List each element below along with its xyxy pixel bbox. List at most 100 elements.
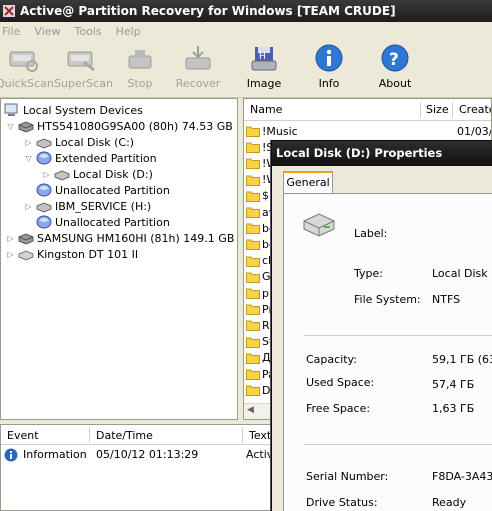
tree-node-local-disk-c[interactable]: ▷ Local Disk (C:) [24, 134, 134, 150]
folder-icon [246, 207, 260, 218]
toolbar: QuickScan SuperScan Stop Recover H Image… [0, 40, 492, 98]
column-text[interactable]: Text [249, 429, 271, 442]
about-button[interactable]: ? About [368, 44, 422, 96]
folder-icon [246, 126, 260, 137]
tree-node-unallocated-1[interactable]: Unallocated Partition [36, 182, 170, 198]
svg-text:H: H [259, 52, 266, 62]
tree-node-kingston[interactable]: ▷ Kingston DT 101 II [6, 246, 138, 262]
column-separator [89, 427, 90, 443]
title-bar: Active@ Partition Recovery for Windows [… [0, 0, 492, 22]
device-tree[interactable]: Local System Devices ▽ HTS541080G9SA00 (… [0, 98, 238, 420]
list-item[interactable]: Pr [246, 301, 273, 317]
drive-status-caption: Drive Status: [306, 496, 378, 509]
expand-icon[interactable]: ▷ [6, 234, 15, 243]
serial-number-value: F8DA-3A43 [432, 470, 492, 483]
file-name: Д [262, 351, 271, 365]
column-created[interactable]: Create [459, 103, 491, 116]
computer-icon [4, 103, 18, 116]
menu-tools[interactable]: Tools [75, 25, 102, 38]
information-icon [4, 448, 18, 462]
folder-icon [246, 369, 260, 380]
folder-icon [246, 256, 260, 267]
scroll-left-icon[interactable]: ◀ [247, 405, 254, 415]
info-icon [315, 44, 343, 72]
usb-drive-icon [18, 250, 34, 261]
folder-icon [246, 288, 260, 299]
tree-node-samsung[interactable]: ▷ SAMSUNG HM160HI (81h) 149.1 GB [6, 230, 234, 246]
type-value: Local Disk [432, 267, 488, 280]
expand-icon[interactable]: ▷ [24, 138, 33, 147]
column-datetime[interactable]: Date/Time [96, 429, 153, 442]
list-item[interactable]: cli [246, 253, 274, 269]
column-separator [452, 102, 453, 118]
divider [304, 335, 492, 336]
drive-status-value: Ready [432, 496, 467, 509]
folder-icon [246, 272, 260, 283]
partition-icon [36, 183, 52, 197]
tree-node-unallocated-2[interactable]: Unallocated Partition [36, 214, 170, 230]
list-item[interactable]: Д [246, 350, 271, 366]
column-event[interactable]: Event [7, 429, 39, 442]
drive-icon [36, 138, 52, 149]
expand-icon[interactable]: ▷ [6, 250, 15, 259]
column-separator [242, 427, 243, 443]
folder-icon [246, 158, 260, 170]
free-space-caption: Free Space: [306, 402, 371, 415]
used-space-caption: Used Space: [306, 376, 375, 389]
collapse-icon[interactable]: ▽ [24, 154, 33, 163]
serial-number-caption: Serial Number: [306, 470, 389, 483]
menu-help[interactable]: Help [116, 25, 141, 38]
file-system-caption: File System: [354, 293, 421, 306]
tree-node-local-system-devices[interactable]: Local System Devices [4, 102, 143, 118]
drive-icon [36, 202, 52, 213]
divider [304, 444, 492, 445]
column-separator [420, 102, 421, 118]
info-button[interactable]: Info [302, 44, 356, 96]
expand-icon[interactable]: ▷ [42, 170, 51, 179]
log-event: Information [23, 448, 87, 461]
image-button[interactable]: H Image [237, 44, 291, 96]
recover-icon [185, 46, 211, 70]
quickscan-button[interactable]: QuickScan [0, 44, 54, 96]
list-item[interactable]: pl [246, 285, 272, 301]
image-icon: H [251, 47, 277, 71]
column-size[interactable]: Size [426, 103, 449, 116]
recover-button[interactable]: Recover [171, 44, 225, 96]
svg-text:?: ? [389, 50, 399, 70]
tree-node-ibm-service[interactable]: ▷ IBM_SERVICE (H:) [24, 198, 151, 214]
stop-button[interactable]: Stop [113, 44, 167, 96]
folder-icon [246, 223, 260, 235]
folder-icon [246, 191, 260, 202]
collapse-icon[interactable]: ▽ [6, 122, 15, 131]
drive-icon [303, 213, 335, 237]
hard-disk-icon [18, 233, 34, 245]
folder-icon [246, 385, 260, 397]
tab-general[interactable]: General [283, 171, 333, 194]
superscan-button[interactable]: SuperScan [54, 44, 113, 96]
menu-file[interactable]: File [2, 25, 20, 38]
tree-node-extended-partition[interactable]: ▽ Extended Partition [24, 150, 157, 166]
stop-icon [128, 50, 152, 69]
tree-node-local-disk-d[interactable]: ▷ Local Disk (D:) [42, 166, 153, 182]
drive-icon [54, 170, 70, 181]
folder-icon [246, 320, 260, 332]
list-item[interactable]: !S [246, 139, 273, 155]
file-name: !Music [262, 124, 298, 138]
folder-icon [246, 304, 260, 316]
list-item[interactable]: Di [246, 382, 274, 398]
properties-dialog-title[interactable]: Local Disk (D:) Properties [272, 141, 492, 166]
free-space-value: 1,63 ГБ [432, 402, 475, 415]
capacity-caption: Capacity: [306, 353, 357, 366]
log-datetime: 05/10/12 01:13:29 [96, 448, 199, 461]
partition-icon [36, 151, 52, 165]
properties-dialog[interactable]: Local Disk (D:) Properties General Label… [271, 140, 492, 511]
tree-node-hts541080[interactable]: ▽ HTS541080G9SA00 (80h) 74.53 GB [6, 118, 233, 134]
window-title: Active@ Partition Recovery for Windows [… [20, 4, 396, 18]
file-list-header: Name Size Create [244, 99, 491, 121]
menu-view[interactable]: View [34, 25, 60, 38]
folder-icon [246, 175, 260, 186]
general-tab-panel: Label: Type: Local Disk File System: NTF… [283, 193, 492, 511]
list-item[interactable]: !Music 01/03/2 [246, 123, 491, 139]
expand-icon[interactable]: ▷ [24, 202, 33, 211]
column-name[interactable]: Name [250, 103, 282, 116]
